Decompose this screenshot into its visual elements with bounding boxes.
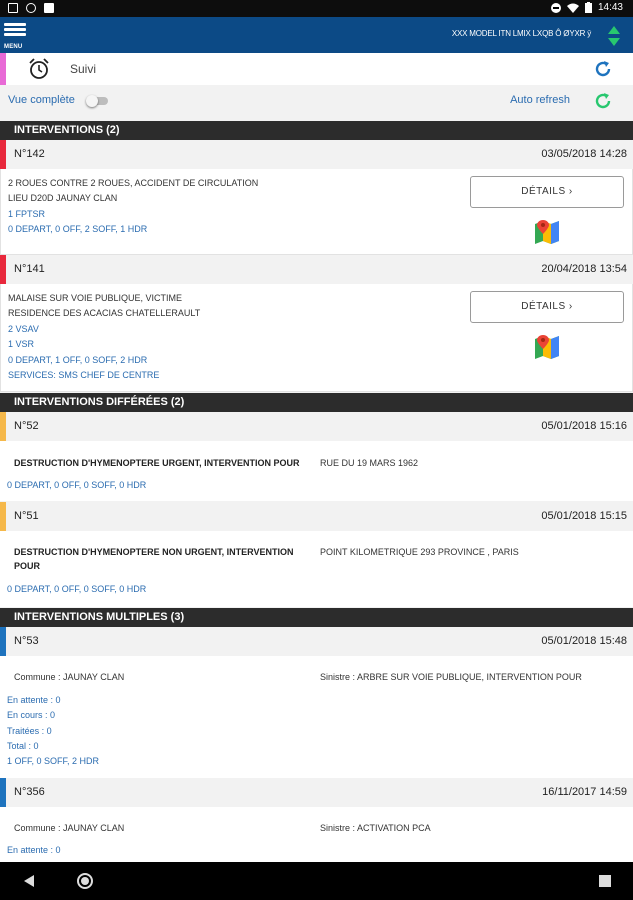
home-icon[interactable] bbox=[76, 872, 94, 890]
details-label: DÉTAILS bbox=[521, 186, 566, 197]
differee-body: DESTRUCTION D'HYMENOPTERE URGENT, INTERV… bbox=[0, 441, 633, 501]
wifi-icon bbox=[566, 3, 579, 13]
intervention-number: N°141 bbox=[14, 263, 45, 275]
multiple-body: Commune : JAUNAY CLAN Sinistre : ACTIVAT… bbox=[0, 807, 633, 862]
differee-location: RUE DU 19 MARS 1962 bbox=[320, 458, 419, 468]
intervention-body: MALAISE SUR VOIE PUBLIQUE, VICTIME RESID… bbox=[0, 284, 633, 392]
multiple-stat: En attente : 0 bbox=[7, 695, 61, 705]
alarm-clock-icon[interactable] bbox=[28, 58, 50, 80]
ticker-text: XXX MODEL ITN LMIX LXQB Ô ØYXR ȳ bbox=[451, 29, 591, 38]
section-differees: INTERVENTIONS DIFFÉRÉES (2) bbox=[0, 393, 633, 412]
multiple-stat: Traitées : 0 bbox=[7, 726, 52, 736]
intervention-date: 20/04/2018 13:54 bbox=[541, 263, 627, 275]
map-icon[interactable] bbox=[534, 334, 560, 360]
multiple-commune: Commune : JAUNAY CLAN bbox=[14, 672, 125, 682]
intervention-line: LIEU D20D JAUNAY CLAN bbox=[8, 193, 118, 203]
sync-icon bbox=[26, 3, 36, 13]
details-button[interactable]: DÉTAILS › bbox=[470, 176, 624, 208]
suivi-bar: Suivi bbox=[0, 53, 633, 85]
intervention-line: 2 ROUES CONTRE 2 ROUES, ACCIDENT DE CIRC… bbox=[8, 178, 259, 188]
intervention-vehicle: 1 FPTSR bbox=[8, 209, 46, 219]
multiple-header[interactable]: N°356 16/11/2017 14:59 bbox=[0, 778, 633, 807]
multiple-body: Commune : JAUNAY CLAN Sinistre : ARBRE S… bbox=[0, 656, 633, 778]
intervention-summary: 0 DEPART, 1 OFF, 0 SOFF, 2 HDR bbox=[8, 355, 148, 365]
intervention-services: SERVICES: SMS CHEF DE CENTRE bbox=[8, 370, 160, 380]
differee-date: 05/01/2018 15:15 bbox=[541, 510, 627, 522]
refresh-icon[interactable] bbox=[593, 59, 613, 79]
differee-summary: 0 DEPART, 0 OFF, 0 SOFF, 0 HDR bbox=[7, 584, 147, 594]
menu-label: MENU bbox=[4, 44, 23, 50]
multiple-summary: 1 OFF, 0 SOFF, 2 HDR bbox=[7, 756, 100, 766]
app-bar: MENU XXX MODEL ITN LMIX LXQB Ô ØYXR ȳ bbox=[0, 17, 633, 53]
intervention-body: 2 ROUES CONTRE 2 ROUES, ACCIDENT DE CIRC… bbox=[0, 169, 633, 255]
recents-icon[interactable] bbox=[598, 874, 612, 888]
differee-number: N°52 bbox=[14, 420, 39, 432]
differee-title: DESTRUCTION D'HYMENOPTERE URGENT, INTERV… bbox=[14, 458, 300, 468]
back-icon[interactable] bbox=[22, 874, 36, 888]
multiple-header[interactable]: N°53 05/01/2018 15:48 bbox=[0, 627, 633, 656]
multiple-stat: En attente : 0 bbox=[7, 845, 61, 855]
system-nav-bar bbox=[0, 862, 633, 900]
intervention-header[interactable]: N°142 03/05/2018 14:28 bbox=[0, 140, 633, 169]
suivi-label: Suivi bbox=[70, 62, 97, 76]
differee-location: POINT KILOMETRIQUE 293 PROVINCE , PARIS bbox=[320, 547, 519, 557]
multiple-number: N°53 bbox=[14, 635, 39, 647]
vue-complete-switch[interactable] bbox=[86, 95, 108, 107]
intervention-vehicle: 2 VSAV bbox=[8, 324, 39, 334]
auto-refresh-label: Auto refresh bbox=[510, 94, 570, 106]
section-interventions: INTERVENTIONS (2) bbox=[0, 121, 633, 140]
intervention-header[interactable]: N°141 20/04/2018 13:54 bbox=[0, 255, 633, 284]
intervention-vehicle: 1 VSR bbox=[8, 339, 35, 349]
intervention-date: 03/05/2018 14:28 bbox=[541, 148, 627, 160]
differee-summary: 0 DEPART, 0 OFF, 0 SOFF, 0 HDR bbox=[7, 480, 147, 490]
differee-header[interactable]: N°52 05/01/2018 15:16 bbox=[0, 412, 633, 441]
multiple-stat: En cours : 0 bbox=[7, 710, 56, 720]
differee-body: DESTRUCTION D'HYMENOPTERE NON URGENT, IN… bbox=[0, 531, 633, 607]
details-button[interactable]: DÉTAILS › bbox=[470, 291, 624, 323]
map-icon[interactable] bbox=[534, 219, 560, 245]
differee-title: DESTRUCTION D'HYMENOPTERE NON URGENT, IN… bbox=[14, 547, 294, 557]
differee-title-cont: POUR bbox=[14, 561, 41, 571]
differee-number: N°51 bbox=[14, 510, 39, 522]
notification-icon bbox=[44, 3, 54, 13]
multiple-date: 16/11/2017 14:59 bbox=[542, 786, 627, 798]
multiple-commune: Commune : JAUNAY CLAN bbox=[14, 823, 125, 833]
details-label: DÉTAILS bbox=[521, 301, 566, 312]
notification-icon bbox=[8, 3, 18, 13]
multiple-sinistre: Sinistre : ARBRE SUR VOIE PUBLIQUE, INTE… bbox=[320, 672, 582, 682]
clock: 14:43 bbox=[597, 2, 623, 13]
options-row: Vue complète Auto refresh bbox=[0, 85, 633, 117]
differee-header[interactable]: N°51 05/01/2018 15:15 bbox=[0, 502, 633, 531]
vue-complete-label: Vue complète bbox=[8, 94, 75, 106]
menu-button[interactable]: MENU bbox=[4, 21, 26, 50]
intervention-number: N°142 bbox=[14, 148, 45, 160]
section-multiples: INTERVENTIONS MULTIPLES (3) bbox=[0, 608, 633, 627]
intervention-summary: 0 DEPART, 0 OFF, 2 SOFF, 1 HDR bbox=[8, 224, 148, 234]
multiple-number: N°356 bbox=[14, 786, 45, 798]
battery-icon bbox=[584, 2, 592, 13]
intervention-line: RESIDENCE DES ACACIAS CHATELLERAULT bbox=[8, 308, 201, 318]
do-not-disturb-icon bbox=[550, 2, 561, 13]
multiple-stat: Total : 0 bbox=[7, 741, 39, 751]
differee-date: 05/01/2018 15:16 bbox=[541, 420, 627, 432]
auto-refresh-icon[interactable] bbox=[593, 91, 613, 111]
multiple-sinistre: Sinistre : ACTIVATION PCA bbox=[320, 823, 431, 833]
multiple-date: 05/01/2018 15:48 bbox=[541, 635, 627, 647]
status-bar: 14:43 bbox=[0, 0, 633, 17]
sort-arrows-icon[interactable] bbox=[607, 26, 621, 46]
intervention-line: MALAISE SUR VOIE PUBLIQUE, VICTIME bbox=[8, 293, 183, 303]
